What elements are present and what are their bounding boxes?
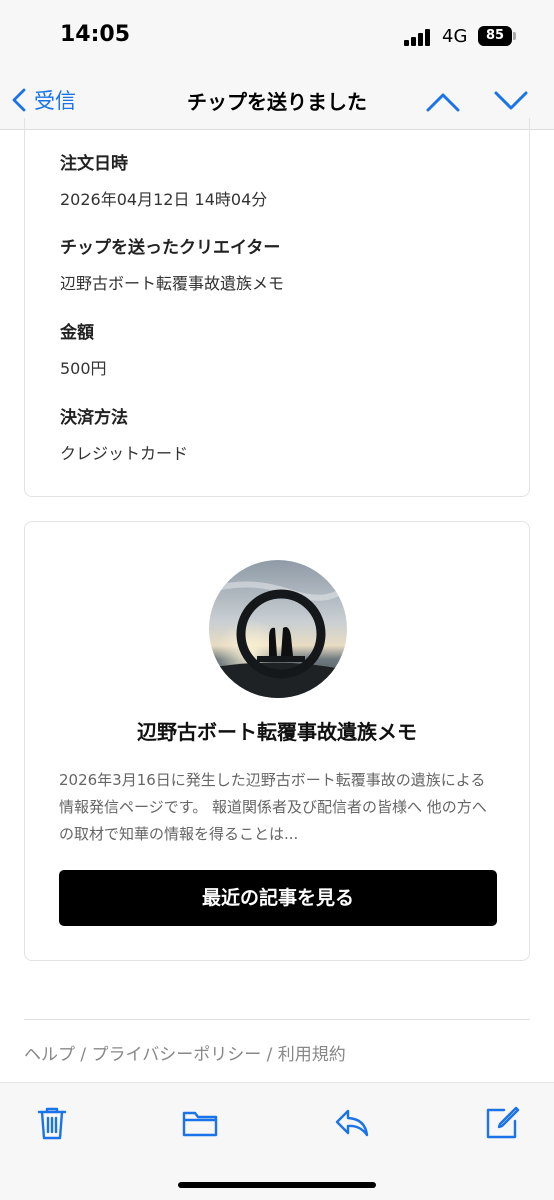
network-type: 4G xyxy=(442,26,468,47)
battery-icon: 85 xyxy=(478,26,512,46)
folder-icon[interactable] xyxy=(180,1103,220,1143)
signal-icon xyxy=(404,28,434,46)
trash-icon[interactable] xyxy=(32,1103,72,1143)
back-label: 受信 xyxy=(34,89,76,113)
help-link[interactable]: ヘルプ xyxy=(24,1045,75,1065)
creator-description: 2026年3月16日に発生した辺野古ボート転覆事故の遺族による情報発信ページです… xyxy=(59,771,487,843)
divider xyxy=(24,1019,530,1020)
separator: / xyxy=(261,1045,278,1065)
order-details-card: 注文日時 2026年04月12日 14時04分 チップを送ったクリエイター 辺野… xyxy=(24,118,530,497)
battery-tip xyxy=(513,32,516,40)
page-title: チップを送りました xyxy=(187,90,367,114)
home-indicator xyxy=(178,1182,376,1188)
order-date-field: 注文日時 2026年04月12日 14時04分 xyxy=(60,149,267,210)
status-bar: 14:05 4G 85 xyxy=(0,0,554,72)
privacy-policy-link[interactable]: プライバシーポリシー xyxy=(92,1045,262,1065)
creator-card: 辺野古ボート転覆事故遺族メモ 2026年3月16日に発生した辺野古ボート転覆事故… xyxy=(24,521,530,961)
footer-links: ヘルプ / プライバシーポリシー / 利用規約 xyxy=(24,1040,346,1065)
field-label: チップを送ったクリエイター xyxy=(60,238,281,258)
status-time: 14:05 xyxy=(60,22,131,47)
creator-avatar[interactable] xyxy=(209,560,347,698)
field-label: 金額 xyxy=(60,323,94,343)
field-value: 2026年04月12日 14時04分 xyxy=(60,190,268,209)
field-value: クレジットカード xyxy=(60,444,189,463)
field-value: 辺野古ボート転覆事故遺族メモ xyxy=(60,274,285,293)
creator-name[interactable]: 辺野古ボート転覆事故遺族メモ xyxy=(25,716,529,745)
chevron-down-icon xyxy=(494,91,528,110)
payment-method-field: 決済方法 クレジットカード xyxy=(60,403,188,464)
amount-field: 金額 500円 xyxy=(60,318,107,379)
chevron-left-icon xyxy=(12,88,26,112)
field-value: 500円 xyxy=(60,359,107,378)
creator-field: チップを送ったクリエイター 辺野古ボート転覆事故遺族メモ xyxy=(60,233,284,294)
previous-message-button[interactable] xyxy=(424,84,462,118)
compose-icon[interactable] xyxy=(482,1103,522,1143)
separator: / xyxy=(75,1045,92,1065)
field-label: 注文日時 xyxy=(60,154,128,174)
back-button[interactable]: 受信 xyxy=(12,82,76,118)
chevron-up-icon xyxy=(426,93,460,112)
reply-icon[interactable] xyxy=(332,1103,372,1143)
next-message-button[interactable] xyxy=(492,84,530,118)
field-label: 決済方法 xyxy=(60,408,128,428)
terms-link[interactable]: 利用規約 xyxy=(278,1045,346,1065)
recent-articles-button[interactable]: 最近の記事を見る xyxy=(59,870,497,926)
